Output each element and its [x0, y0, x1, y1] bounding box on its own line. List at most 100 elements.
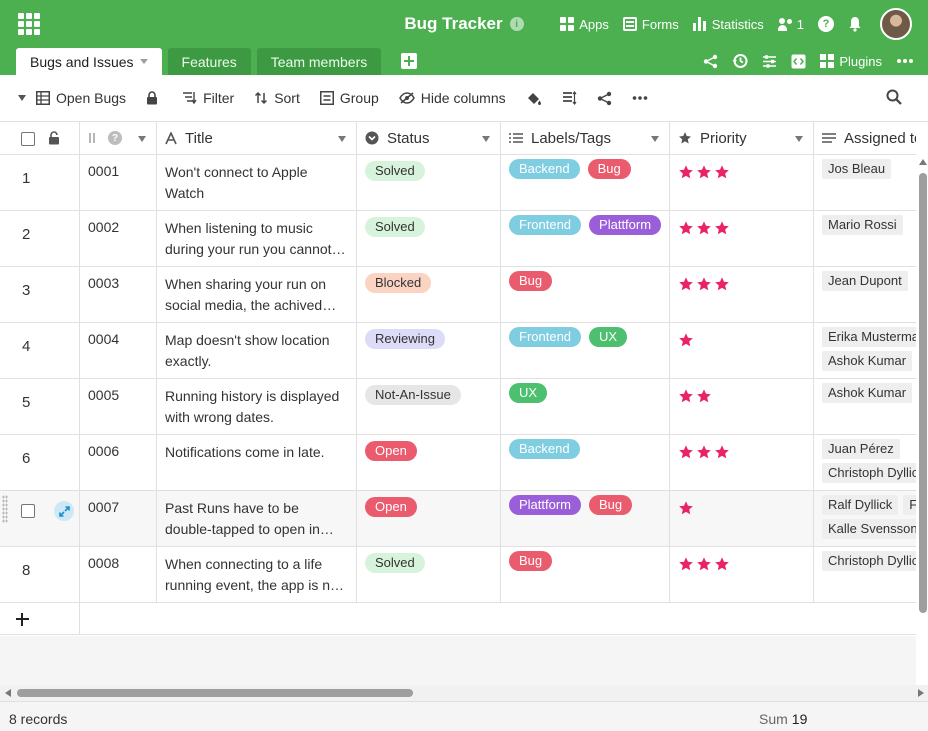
priority-star-icon[interactable] — [678, 164, 694, 180]
row-number-cell[interactable]: 5 — [0, 379, 80, 434]
row-checkbox[interactable] — [21, 504, 35, 518]
priority-star-icon[interactable] — [696, 388, 712, 404]
priority-star-icon[interactable] — [678, 444, 694, 460]
table-row[interactable]: 4 0004 Map doesn't show location exactly. R… — [0, 323, 916, 379]
id-cell[interactable]: 0002 — [80, 211, 157, 266]
add-row-button[interactable] — [0, 603, 80, 635]
status-cell[interactable]: Blocked — [357, 267, 501, 322]
status-cell[interactable]: Solved — [357, 547, 501, 602]
table-row[interactable]: 5 0005 Running history is displayed with w… — [0, 379, 916, 435]
labels-cell[interactable]: Bug — [501, 547, 670, 602]
toolbar-more-button[interactable] — [632, 95, 648, 101]
chevron-down-icon[interactable] — [138, 136, 146, 142]
priority-cell[interactable] — [670, 323, 814, 378]
priority-star-icon[interactable] — [678, 388, 694, 404]
assigned-cell[interactable]: Mario Rossi — [814, 211, 916, 266]
priority-star-icon[interactable] — [696, 164, 712, 180]
assigned-cell[interactable]: Christoph Dyllick — [814, 547, 916, 602]
id-cell[interactable]: 0005 — [80, 379, 157, 434]
title-cell[interactable]: Won't connect to Apple Watch — [157, 155, 357, 210]
priority-cell[interactable] — [670, 267, 814, 322]
row-number-cell[interactable]: 3 — [0, 267, 80, 322]
priority-sum[interactable]: Sum 19 — [759, 711, 807, 727]
scroll-up-arrow-icon[interactable] — [919, 159, 927, 165]
labels-cell[interactable]: Bug — [501, 267, 670, 322]
info-icon[interactable]: i — [509, 17, 524, 31]
assigned-cell[interactable]: Jos Bleau — [814, 155, 916, 210]
id-cell[interactable]: 0007 — [80, 491, 157, 546]
title-cell[interactable]: Running history is displayed with wrong … — [157, 379, 357, 434]
more-options-button[interactable] — [896, 58, 914, 64]
row-number-cell[interactable]: 6 — [0, 435, 80, 490]
select-all-checkbox[interactable] — [21, 132, 35, 146]
help-button[interactable]: ? — [818, 16, 834, 32]
view-menu-chevron-icon[interactable] — [18, 95, 26, 101]
vertical-scroll-thumb[interactable] — [919, 173, 927, 613]
automation-button[interactable] — [762, 54, 777, 69]
title-cell[interactable]: Past Runs have to be double-tapped to op… — [157, 491, 357, 546]
chevron-down-icon[interactable] — [139, 59, 148, 64]
table-row[interactable]: 3 0003 When sharing your run on social med… — [0, 267, 916, 323]
collaborators-button[interactable]: 1 — [777, 17, 804, 32]
scroll-right-arrow-icon[interactable] — [918, 689, 924, 697]
notifications-button[interactable] — [848, 16, 862, 32]
title-cell[interactable]: Notifications come in late. — [157, 435, 357, 490]
column-header-labels[interactable]: Labels/Tags — [501, 122, 670, 154]
hide-columns-button[interactable]: Hide columns — [398, 90, 506, 106]
priority-star-icon[interactable] — [714, 276, 730, 292]
share-base-button[interactable] — [703, 54, 718, 69]
tab-bugs-and-issues[interactable]: Bugs and Issues — [16, 48, 162, 75]
expand-row-icon[interactable] — [54, 501, 74, 521]
table-row[interactable]: 8 0008 When connecting to a life running e… — [0, 547, 916, 603]
search-button[interactable] — [886, 89, 902, 108]
horizontal-scroll-thumb[interactable] — [17, 689, 413, 697]
unlock-icon[interactable] — [48, 131, 60, 145]
row-number-cell[interactable]: 1 — [0, 155, 80, 210]
column-header-title[interactable]: Title — [157, 122, 357, 154]
table-row[interactable]: 6 0006 Notifications come in late. Open Back… — [0, 435, 916, 491]
add-row-strip[interactable] — [80, 603, 916, 635]
assigned-cell[interactable]: Ashok Kumar — [814, 379, 916, 434]
table-row[interactable]: 0007 Past Runs have to be double-tapped t… — [0, 491, 916, 547]
column-header-id[interactable]: ? — [80, 122, 157, 154]
title-cell[interactable]: When sharing your run on social media, t… — [157, 267, 357, 322]
tab-features[interactable]: Features — [167, 48, 251, 75]
chevron-down-icon[interactable] — [651, 136, 659, 142]
assigned-cell[interactable]: Ralf Dyllick F Kalle Svensson — [814, 491, 916, 546]
priority-star-icon[interactable] — [678, 220, 694, 236]
apps-button[interactable]: Apps — [560, 17, 609, 32]
row-number-cell[interactable]: 4 — [0, 323, 80, 378]
priority-star-icon[interactable] — [714, 164, 730, 180]
filter-button[interactable]: Filter — [182, 90, 234, 106]
title-cell[interactable]: When connecting to a life running event,… — [157, 547, 357, 602]
assigned-cell[interactable]: Jean Dupont — [814, 267, 916, 322]
chevron-down-icon[interactable] — [795, 136, 803, 142]
priority-star-icon[interactable] — [714, 556, 730, 572]
table-row[interactable]: 2 0002 When listening to music during your… — [0, 211, 916, 267]
priority-star-icon[interactable] — [714, 444, 730, 460]
view-lock-button[interactable] — [146, 91, 158, 105]
horizontal-scrollbar[interactable] — [0, 685, 928, 701]
view-selector[interactable]: Open Bugs — [36, 90, 126, 106]
priority-star-icon[interactable] — [678, 556, 694, 572]
labels-cell[interactable]: Plattform Bug — [501, 491, 670, 546]
priority-star-icon[interactable] — [696, 276, 712, 292]
status-cell[interactable]: Open — [357, 491, 501, 546]
id-cell[interactable]: 0008 — [80, 547, 157, 602]
priority-star-icon[interactable] — [696, 444, 712, 460]
labels-cell[interactable]: Backend — [501, 435, 670, 490]
row-height-button[interactable] — [562, 91, 577, 105]
priority-cell[interactable] — [670, 211, 814, 266]
priority-cell[interactable] — [670, 435, 814, 490]
scroll-left-arrow-icon[interactable] — [5, 689, 11, 697]
priority-cell[interactable] — [670, 155, 814, 210]
add-table-icon[interactable] — [401, 53, 418, 69]
chevron-down-icon[interactable] — [338, 136, 346, 142]
id-cell[interactable]: 0006 — [80, 435, 157, 490]
status-cell[interactable]: Solved — [357, 155, 501, 210]
drag-handle-icon[interactable] — [2, 495, 8, 523]
priority-cell[interactable] — [670, 379, 814, 434]
priority-star-icon[interactable] — [696, 220, 712, 236]
app-title[interactable]: Bug Tracker — [404, 14, 502, 34]
plugins-button[interactable]: Plugins — [820, 54, 882, 69]
